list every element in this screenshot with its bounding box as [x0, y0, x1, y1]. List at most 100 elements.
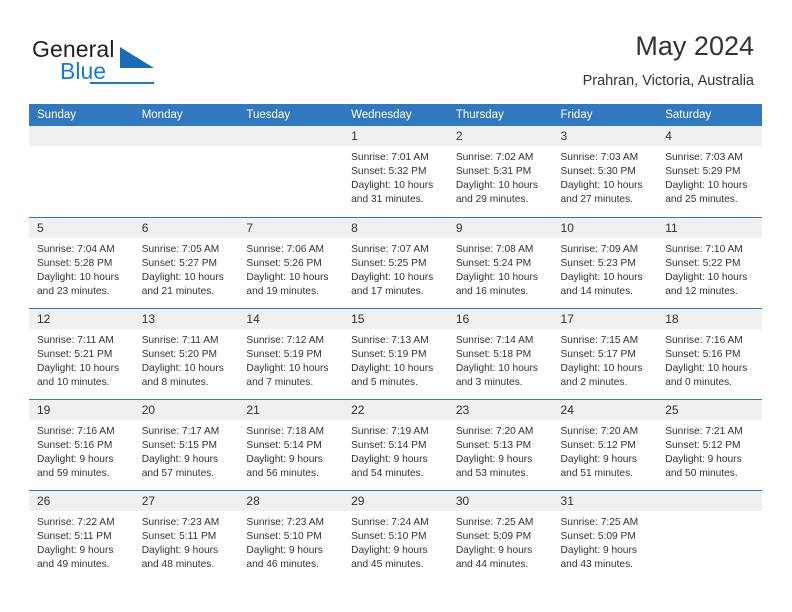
day-details: Sunrise: 7:07 AM Sunset: 5:25 PM Daylight:… [343, 238, 448, 299]
day-number: 29 [343, 490, 448, 511]
day-details: Sunrise: 7:04 AM Sunset: 5:28 PM Daylight:… [29, 238, 134, 299]
calendar-day-cell[interactable]: 8 Sunrise: 7:07 AM Sunset: 5:25 PM Daylight… [343, 216, 448, 308]
calendar-day-cell[interactable]: 3 Sunrise: 7:03 AM Sunset: 5:30 PM Daylight… [552, 126, 658, 217]
daylight-duration-line1: Daylight: 10 hours [141, 362, 224, 374]
calendar-day-cell[interactable]: 1 Sunrise: 7:01 AM Sunset: 5:32 PM Daylight… [343, 126, 448, 217]
day-number: 17 [552, 308, 658, 329]
day-number: 19 [29, 399, 134, 420]
daylight-duration-line1: Daylight: 10 hours [560, 271, 643, 283]
daylight-duration-line2: and 3 minutes. [455, 376, 523, 388]
calendar-week-row: 26 Sunrise: 7:22 AM Sunset: 5:11 PM Dayligh… [29, 489, 762, 581]
day-details: Sunrise: 7:05 AM Sunset: 5:27 PM Daylight:… [134, 238, 239, 299]
sunrise-time: Sunrise: 7:11 AM [141, 334, 219, 346]
sunset-time: Sunset: 5:17 PM [560, 348, 636, 360]
day-number: 20 [133, 399, 239, 420]
day-details: Sunrise: 7:01 AM Sunset: 5:32 PM Daylight:… [343, 146, 448, 207]
sunset-time: Sunset: 5:10 PM [246, 530, 322, 542]
sunset-time: Sunset: 5:12 PM [665, 439, 741, 451]
day-number: 11 [657, 217, 762, 238]
calendar-day-cell[interactable]: 18 Sunrise: 7:16 AM Sunset: 5:16 PM Dayligh… [657, 307, 762, 399]
calendar-day-cell[interactable]: 21 Sunrise: 7:18 AM Sunset: 5:14 PM Dayligh… [238, 398, 344, 490]
sunset-time: Sunset: 5:28 PM [37, 257, 113, 269]
day-number: 4 [657, 126, 762, 146]
calendar-day-cell[interactable]: 25 Sunrise: 7:21 AM Sunset: 5:12 PM Dayligh… [657, 398, 762, 490]
calendar-day-cell[interactable]: 2 Sunrise: 7:02 AM Sunset: 5:31 PM Daylight… [447, 126, 553, 217]
calendar-day-cell[interactable]: 13 Sunrise: 7:11 AM Sunset: 5:20 PM Dayligh… [133, 307, 239, 399]
sunrise-time: Sunrise: 7:04 AM [37, 243, 115, 255]
calendar-day-cell[interactable]: 22 Sunrise: 7:19 AM Sunset: 5:14 PM Dayligh… [343, 398, 448, 490]
calendar-day-cell[interactable]: 31 Sunrise: 7:25 AM Sunset: 5:09 PM Dayligh… [552, 489, 658, 581]
day-number: 28 [238, 490, 344, 511]
calendar-day-cell[interactable]: 26 Sunrise: 7:22 AM Sunset: 5:11 PM Dayligh… [29, 489, 134, 581]
sunset-time: Sunset: 5:14 PM [351, 439, 427, 451]
sunrise-time: Sunrise: 7:22 AM [37, 516, 115, 528]
day-details: Sunrise: 7:24 AM Sunset: 5:10 PM Daylight:… [343, 511, 448, 572]
sunrise-time: Sunrise: 7:08 AM [455, 243, 534, 255]
day-number: 27 [133, 490, 239, 511]
sunset-time: Sunset: 5:24 PM [455, 257, 532, 269]
sunset-time: Sunset: 5:09 PM [560, 530, 636, 542]
sunset-time: Sunset: 5:12 PM [560, 439, 636, 451]
daylight-duration-line1: Daylight: 10 hours [246, 362, 329, 374]
calendar-day-cell[interactable]: 5 Sunrise: 7:04 AM Sunset: 5:28 PM Daylight… [29, 216, 134, 308]
day-details: Sunrise: 7:12 AM Sunset: 5:19 PM Daylight:… [238, 329, 343, 390]
calendar-day-cell[interactable]: 9 Sunrise: 7:08 AM Sunset: 5:24 PM Daylight… [447, 216, 553, 308]
day-number: 12 [29, 308, 134, 329]
calendar-day-cell[interactable]: 20 Sunrise: 7:17 AM Sunset: 5:15 PM Dayligh… [133, 398, 239, 490]
calendar-day-cell[interactable]: 14 Sunrise: 7:12 AM Sunset: 5:19 PM Dayligh… [238, 307, 344, 399]
sunrise-time: Sunrise: 7:01 AM [351, 152, 429, 163]
daylight-duration-line2: and 7 minutes. [246, 376, 314, 388]
calendar-day-cell[interactable]: 10 Sunrise: 7:09 AM Sunset: 5:23 PM Dayligh… [552, 216, 658, 308]
day-details: Sunrise: 7:21 AM Sunset: 5:12 PM Daylight:… [657, 420, 762, 481]
calendar-day-cell[interactable]: 15 Sunrise: 7:13 AM Sunset: 5:19 PM Dayligh… [343, 307, 448, 399]
sunset-time: Sunset: 5:30 PM [560, 166, 636, 178]
day-details: Sunrise: 7:02 AM Sunset: 5:31 PM Daylight:… [448, 146, 553, 207]
calendar-day-cell[interactable]: 4 Sunrise: 7:03 AM Sunset: 5:29 PM Daylight… [657, 126, 762, 217]
day-details: Sunrise: 7:15 AM Sunset: 5:17 PM Daylight:… [553, 329, 658, 390]
day-details: Sunrise: 7:17 AM Sunset: 5:15 PM Daylight:… [134, 420, 239, 481]
daylight-duration-line1: Daylight: 9 hours [455, 544, 533, 556]
sunset-time: Sunset: 5:19 PM [246, 348, 322, 360]
daylight-duration-line1: Daylight: 10 hours [351, 180, 434, 192]
sunrise-sunset-calendar: Sunday Monday Tuesday Wednesday Thursday… [29, 104, 762, 581]
calendar-day-cell[interactable]: 11 Sunrise: 7:10 AM Sunset: 5:22 PM Dayligh… [657, 216, 762, 308]
day-details: Sunrise: 7:16 AM Sunset: 5:16 PM Daylight:… [29, 420, 134, 481]
sunset-time: Sunset: 5:29 PM [665, 166, 741, 178]
day-number: 1 [343, 126, 448, 146]
calendar-day-cell[interactable]: 7 Sunrise: 7:06 AM Sunset: 5:26 PM Daylight… [238, 216, 344, 308]
calendar-day-cell[interactable]: 28 Sunrise: 7:23 AM Sunset: 5:10 PM Dayligh… [238, 489, 344, 581]
day-details: Sunrise: 7:19 AM Sunset: 5:14 PM Daylight:… [343, 420, 448, 481]
day-number: 24 [552, 399, 658, 420]
calendar-day-cell[interactable]: 27 Sunrise: 7:23 AM Sunset: 5:11 PM Dayligh… [133, 489, 239, 581]
calendar-day-cell[interactable]: 30 Sunrise: 7:25 AM Sunset: 5:09 PM Dayligh… [447, 489, 553, 581]
calendar-day-cell[interactable]: 24 Sunrise: 7:20 AM Sunset: 5:12 PM Dayligh… [552, 398, 658, 490]
general-blue-logo[interactable]: General Blue [32, 36, 232, 88]
daylight-duration-line2: and 23 minutes. [37, 285, 110, 297]
calendar-day-cell[interactable]: 6 Sunrise: 7:05 AM Sunset: 5:27 PM Daylight… [133, 216, 239, 308]
daylight-duration-line2: and 29 minutes. [455, 194, 529, 206]
sunrise-time: Sunrise: 7:11 AM [37, 334, 114, 346]
day-number: 7 [238, 217, 344, 238]
daylight-duration-line1: Daylight: 9 hours [455, 453, 533, 465]
sunset-time: Sunset: 5:32 PM [351, 166, 427, 178]
daylight-duration-line1: Daylight: 10 hours [351, 271, 434, 283]
sunrise-time: Sunrise: 7:03 AM [665, 152, 743, 163]
daylight-duration-line1: Daylight: 9 hours [141, 544, 219, 556]
calendar-day-cell[interactable]: 23 Sunrise: 7:20 AM Sunset: 5:13 PM Dayligh… [447, 398, 553, 490]
calendar-day-cell[interactable]: 17 Sunrise: 7:15 AM Sunset: 5:17 PM Dayligh… [552, 307, 658, 399]
sunrise-time: Sunrise: 7:09 AM [560, 243, 639, 255]
sunset-time: Sunset: 5:26 PM [246, 257, 322, 269]
calendar-day-cell[interactable]: 16 Sunrise: 7:14 AM Sunset: 5:18 PM Dayligh… [447, 307, 553, 399]
day-details: Sunrise: 7:11 AM Sunset: 5:20 PM Daylight:… [134, 329, 239, 390]
day-details: Sunrise: 7:13 AM Sunset: 5:19 PM Daylight:… [343, 329, 448, 390]
weekday-header-saturday: Saturday [657, 104, 762, 126]
daylight-duration-line2: and 17 minutes. [351, 285, 424, 297]
daylight-duration-line2: and 51 minutes. [560, 467, 634, 479]
calendar-day-cell[interactable]: 12 Sunrise: 7:11 AM Sunset: 5:21 PM Dayligh… [29, 307, 134, 399]
calendar-day-cell[interactable]: 29 Sunrise: 7:24 AM Sunset: 5:10 PM Dayligh… [343, 489, 448, 581]
sunrise-time: Sunrise: 7:20 AM [455, 425, 534, 437]
calendar-day-cell[interactable]: 19 Sunrise: 7:16 AM Sunset: 5:16 PM Dayligh… [29, 398, 134, 490]
sunrise-time: Sunrise: 7:19 AM [351, 425, 429, 437]
day-details: Sunrise: 7:20 AM Sunset: 5:13 PM Daylight:… [448, 420, 553, 481]
daylight-duration-line1: Daylight: 10 hours [455, 180, 538, 192]
